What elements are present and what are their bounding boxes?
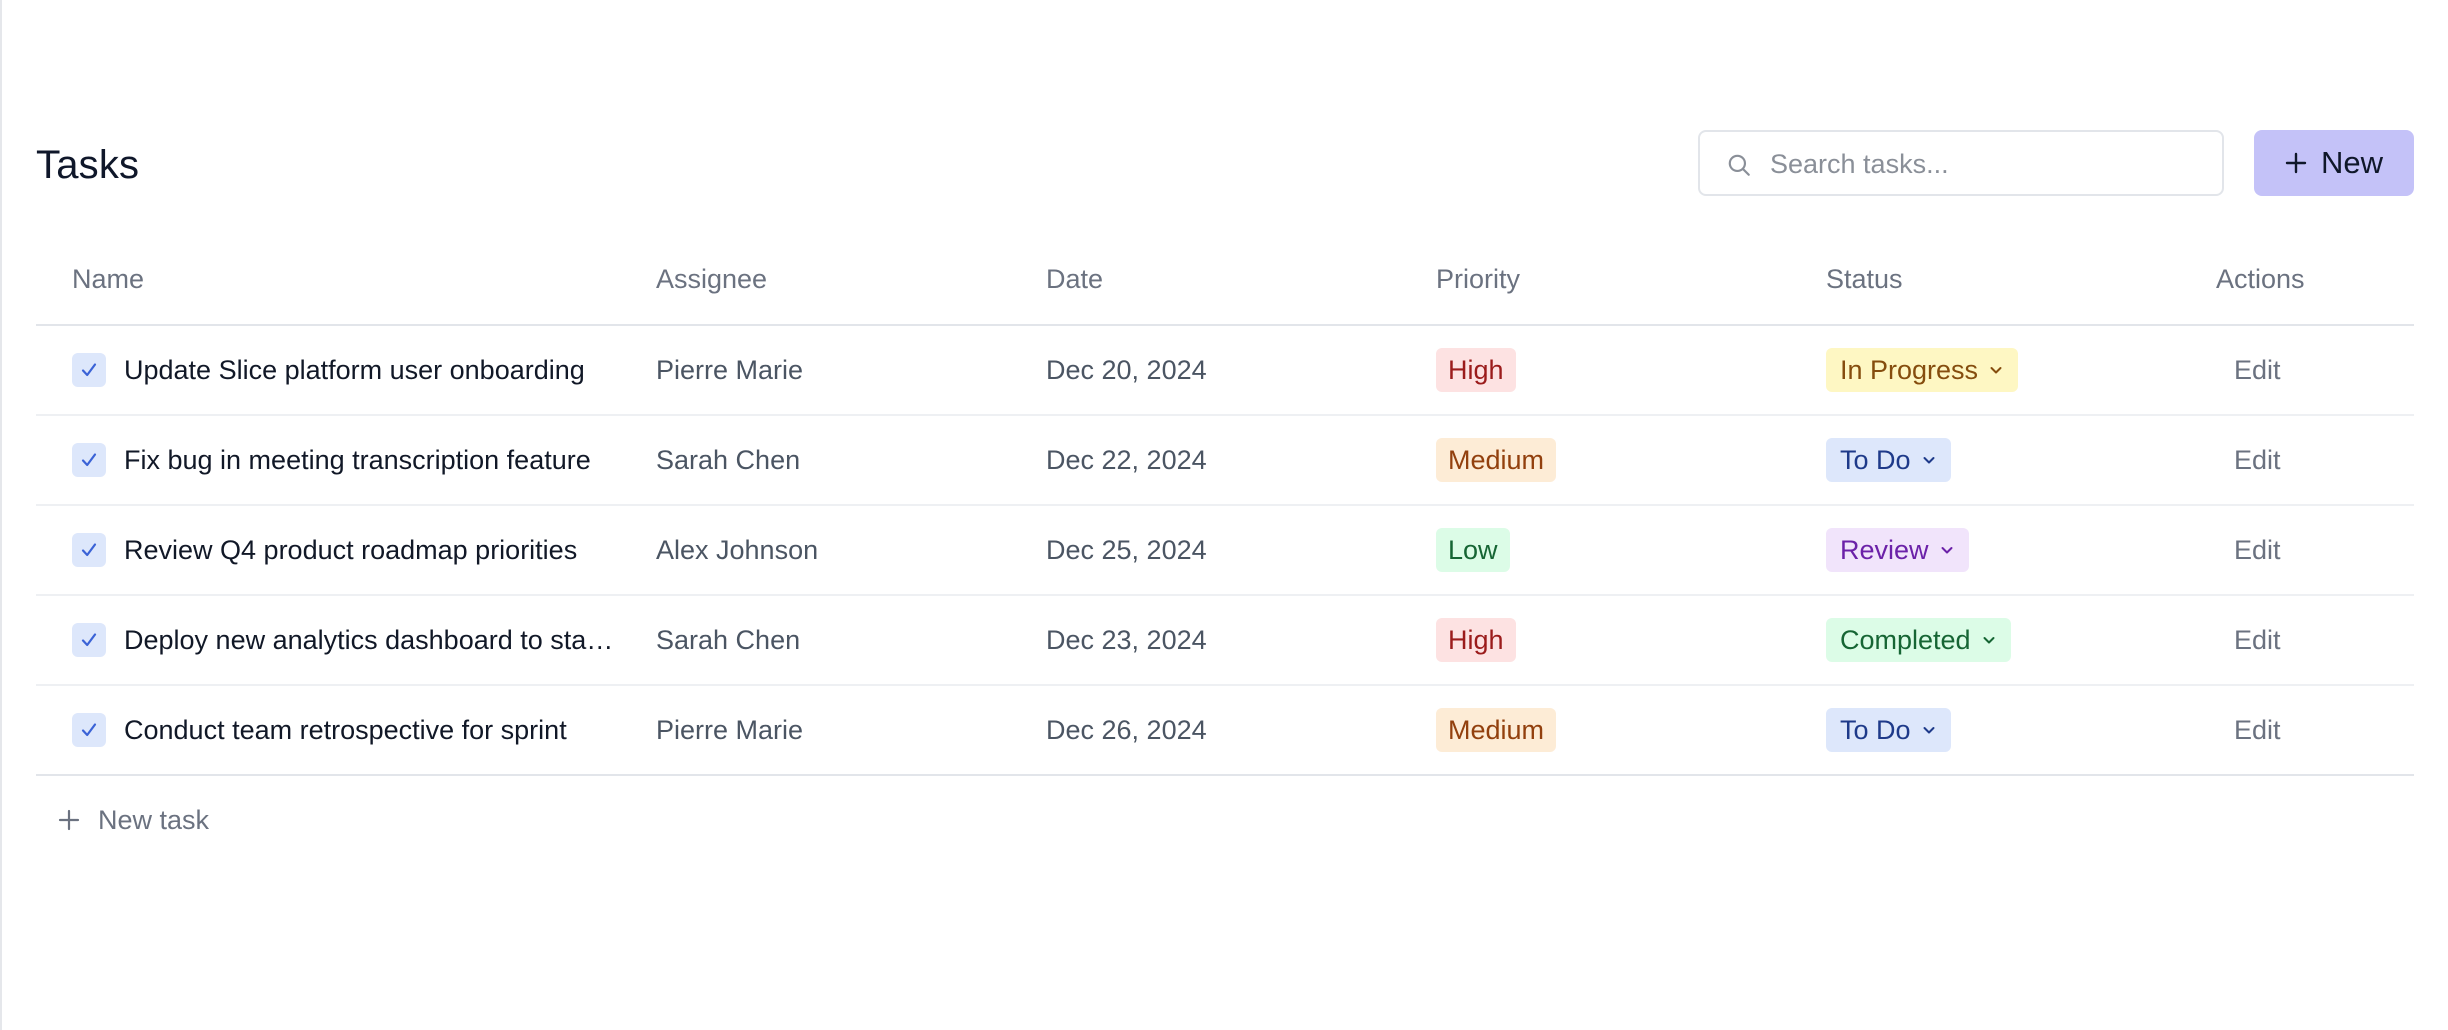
task-assignee: Sarah Chen bbox=[656, 444, 801, 475]
priority-cell: High bbox=[1436, 326, 1516, 414]
priority-badge: High bbox=[1436, 618, 1516, 662]
checkmark-icon bbox=[81, 723, 97, 737]
column-header-name[interactable]: Name bbox=[72, 264, 144, 295]
edit-button[interactable]: Edit bbox=[2216, 349, 2299, 392]
column-header-priority[interactable]: Priority bbox=[1436, 264, 1520, 295]
task-assignee: Pierre Marie bbox=[656, 714, 804, 745]
status-label: Completed bbox=[1840, 624, 1971, 655]
task-assignee: Sarah Chen bbox=[656, 624, 801, 655]
status-cell: Completed bbox=[1826, 596, 2011, 684]
task-name-cell: Review Q4 product roadmap priorities bbox=[72, 506, 577, 594]
status-dropdown[interactable]: In Progress bbox=[1826, 348, 2019, 392]
task-date: Dec 26, 2024 bbox=[1046, 714, 1207, 745]
priority-cell: High bbox=[1436, 596, 1516, 684]
actions-cell: Edit bbox=[2216, 326, 2299, 414]
chevron-down-icon bbox=[1990, 367, 2002, 374]
task-name[interactable]: Conduct team retrospective for sprint bbox=[124, 715, 567, 746]
priority-cell: Medium bbox=[1436, 686, 1557, 774]
task-checkbox[interactable] bbox=[72, 353, 106, 387]
status-label: Review bbox=[1840, 534, 1929, 565]
column-header-actions: Actions bbox=[2216, 264, 2305, 294]
table-row[interactable]: Review Q4 product roadmap priorities Ale… bbox=[36, 506, 2414, 596]
search-icon bbox=[1728, 154, 1750, 176]
priority-badge: Medium bbox=[1436, 438, 1557, 482]
task-name[interactable]: Review Q4 product roadmap priorities bbox=[124, 535, 577, 566]
task-checkbox[interactable] bbox=[72, 713, 106, 747]
table-row[interactable]: Conduct team retrospective for sprint Pi… bbox=[36, 686, 2414, 776]
plus-icon bbox=[2285, 152, 2307, 174]
priority-badge: High bbox=[1436, 348, 1516, 392]
search-input[interactable] bbox=[1768, 140, 2212, 188]
status-cell: To Do bbox=[1826, 416, 1951, 504]
new-task-button[interactable]: New task bbox=[36, 776, 2414, 864]
column-header-date[interactable]: Date bbox=[1046, 264, 1103, 295]
page-title: Tasks bbox=[36, 143, 140, 187]
task-assignee: Alex Johnson bbox=[656, 534, 819, 565]
task-name[interactable]: Fix bug in meeting transcription feature bbox=[124, 445, 591, 476]
status-dropdown[interactable]: To Do bbox=[1826, 708, 1951, 752]
actions-cell: Edit bbox=[2216, 686, 2299, 774]
status-dropdown[interactable]: To Do bbox=[1826, 438, 1951, 482]
actions-cell: Edit bbox=[2216, 416, 2299, 504]
edit-button[interactable]: Edit bbox=[2216, 709, 2299, 752]
chevron-down-icon bbox=[1923, 457, 1935, 464]
task-date: Dec 20, 2024 bbox=[1046, 354, 1207, 385]
checkmark-icon bbox=[81, 363, 97, 377]
task-name[interactable]: Update Slice platform user onboarding bbox=[124, 355, 585, 386]
new-button-label: New bbox=[2320, 145, 2383, 180]
page-header: Tasks New bbox=[36, 130, 2414, 200]
column-header-assignee[interactable]: Assignee bbox=[656, 264, 767, 295]
status-label: To Do bbox=[1840, 444, 1911, 475]
plus-icon bbox=[58, 809, 80, 831]
task-checkbox[interactable] bbox=[72, 623, 106, 657]
status-cell: To Do bbox=[1826, 686, 1951, 774]
task-date: Dec 23, 2024 bbox=[1046, 624, 1207, 655]
status-cell: In Progress bbox=[1826, 326, 2019, 414]
actions-cell: Edit bbox=[2216, 596, 2299, 684]
status-label: In Progress bbox=[1840, 354, 1979, 385]
priority-badge: Low bbox=[1436, 528, 1510, 572]
checkmark-icon bbox=[81, 633, 97, 647]
task-date: Dec 25, 2024 bbox=[1046, 534, 1207, 565]
chevron-down-icon bbox=[1983, 637, 1995, 644]
task-checkbox[interactable] bbox=[72, 443, 106, 477]
table-row[interactable]: Deploy new analytics dashboard to stagin… bbox=[36, 596, 2414, 686]
left-border bbox=[0, 0, 2, 1030]
edit-button[interactable]: Edit bbox=[2216, 529, 2299, 572]
search-box[interactable] bbox=[1698, 130, 2224, 196]
task-name-cell: Deploy new analytics dashboard to stagin… bbox=[72, 596, 614, 684]
status-label: To Do bbox=[1840, 714, 1911, 745]
priority-cell: Medium bbox=[1436, 416, 1557, 504]
task-name[interactable]: Deploy new analytics dashboard to stagin… bbox=[124, 625, 614, 656]
tasks-table: Name Assignee Date Priority Status Actio… bbox=[36, 240, 2414, 864]
status-dropdown[interactable]: Review bbox=[1826, 528, 1969, 572]
new-task-label: New task bbox=[98, 804, 210, 835]
task-assignee: Pierre Marie bbox=[656, 354, 804, 385]
checkmark-icon bbox=[81, 453, 97, 467]
task-name-cell: Conduct team retrospective for sprint bbox=[72, 686, 567, 774]
table-header: Name Assignee Date Priority Status Actio… bbox=[36, 240, 2414, 326]
chevron-down-icon bbox=[1923, 727, 1935, 734]
priority-badge: Medium bbox=[1436, 708, 1557, 752]
table-row[interactable]: Fix bug in meeting transcription feature… bbox=[36, 416, 2414, 506]
column-header-status[interactable]: Status bbox=[1826, 264, 1903, 295]
status-cell: Review bbox=[1826, 506, 1969, 594]
checkmark-icon bbox=[81, 543, 97, 557]
chevron-down-icon bbox=[1941, 547, 1953, 554]
edit-button[interactable]: Edit bbox=[2216, 439, 2299, 482]
status-dropdown[interactable]: Completed bbox=[1826, 618, 2011, 662]
priority-cell: Low bbox=[1436, 506, 1510, 594]
task-name-cell: Update Slice platform user onboarding bbox=[72, 326, 585, 414]
task-date: Dec 22, 2024 bbox=[1046, 444, 1207, 475]
edit-button[interactable]: Edit bbox=[2216, 619, 2299, 662]
actions-cell: Edit bbox=[2216, 506, 2299, 594]
table-body: Update Slice platform user onboarding Pi… bbox=[36, 326, 2414, 776]
task-checkbox[interactable] bbox=[72, 533, 106, 567]
table-row[interactable]: Update Slice platform user onboarding Pi… bbox=[36, 326, 2414, 416]
new-button[interactable]: New bbox=[2254, 130, 2414, 196]
task-name-cell: Fix bug in meeting transcription feature bbox=[72, 416, 591, 504]
